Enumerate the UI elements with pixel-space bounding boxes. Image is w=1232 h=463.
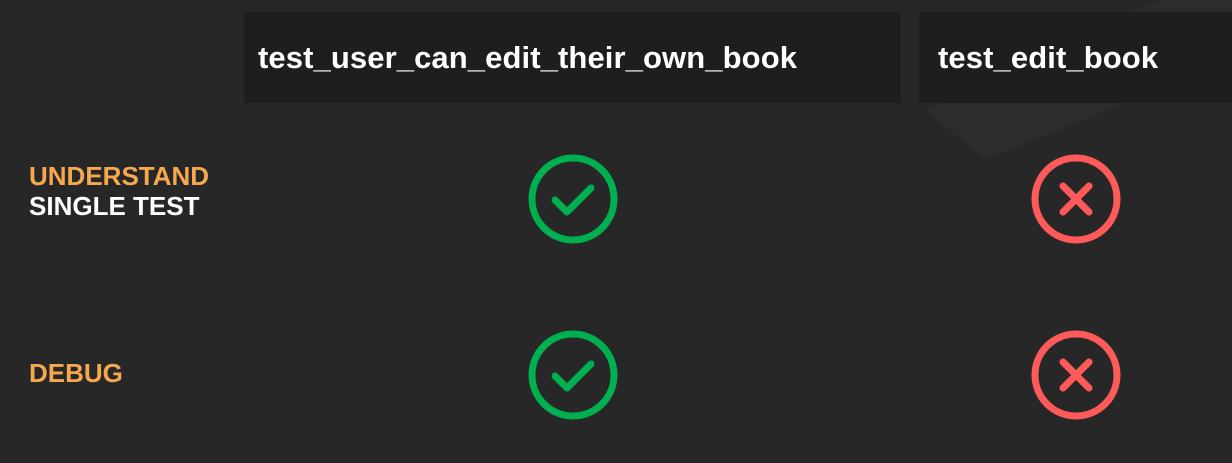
column-header-label: test_user_can_edit_their_own_book bbox=[258, 39, 798, 75]
row-label-debug: DEBUG bbox=[29, 358, 123, 388]
column-header-label: test_edit_book bbox=[938, 39, 1159, 75]
row-label-highlight: UNDERSTAND bbox=[29, 161, 210, 191]
row-label-highlight: DEBUG bbox=[29, 358, 123, 388]
x-circle-icon bbox=[1030, 153, 1122, 245]
row-label-rest: SINGLE TEST bbox=[29, 191, 200, 221]
row-label-understand-single-test: UNDERSTAND SINGLE TEST bbox=[29, 161, 209, 221]
x-circle-icon bbox=[1030, 329, 1122, 421]
check-circle-icon bbox=[527, 153, 619, 245]
column-header-test-edit-book: test_edit_book bbox=[919, 12, 1232, 103]
check-circle-icon bbox=[527, 329, 619, 421]
column-header-test-user-can-edit-their-own-book: test_user_can_edit_their_own_book bbox=[244, 12, 901, 103]
